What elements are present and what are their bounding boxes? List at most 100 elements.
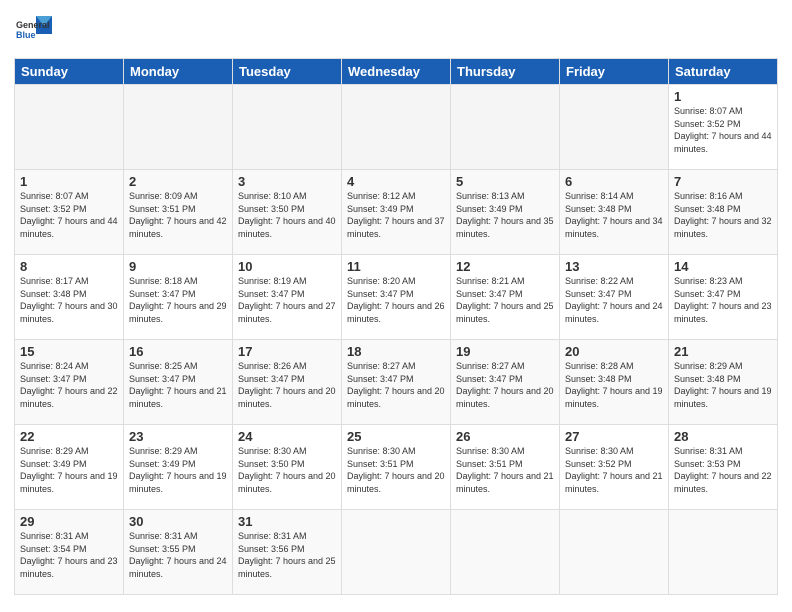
day-info: Sunrise: 8:18 AMSunset: 3:47 PMDaylight:…: [129, 275, 227, 325]
day-info: Sunrise: 8:16 AMSunset: 3:48 PMDaylight:…: [674, 190, 772, 240]
calendar-header-row: SundayMondayTuesdayWednesdayThursdayFrid…: [15, 59, 778, 85]
day-info: Sunrise: 8:29 AMSunset: 3:49 PMDaylight:…: [20, 445, 118, 495]
day-number: 9: [129, 259, 227, 274]
day-info: Sunrise: 8:12 AMSunset: 3:49 PMDaylight:…: [347, 190, 445, 240]
day-info: Sunrise: 8:28 AMSunset: 3:48 PMDaylight:…: [565, 360, 663, 410]
logo: General Blue: [14, 12, 56, 50]
week-row-4: 15Sunrise: 8:24 AMSunset: 3:47 PMDayligh…: [15, 340, 778, 425]
day-info: Sunrise: 8:21 AMSunset: 3:47 PMDaylight:…: [456, 275, 554, 325]
calendar-cell: 10Sunrise: 8:19 AMSunset: 3:47 PMDayligh…: [233, 255, 342, 340]
calendar-table: SundayMondayTuesdayWednesdayThursdayFrid…: [14, 58, 778, 595]
day-header-sunday: Sunday: [15, 59, 124, 85]
calendar-cell: [342, 85, 451, 170]
svg-text:Blue: Blue: [16, 30, 36, 40]
day-number: 5: [456, 174, 554, 189]
day-info: Sunrise: 8:27 AMSunset: 3:47 PMDaylight:…: [347, 360, 445, 410]
day-info: Sunrise: 8:14 AMSunset: 3:48 PMDaylight:…: [565, 190, 663, 240]
calendar-cell: 4Sunrise: 8:12 AMSunset: 3:49 PMDaylight…: [342, 170, 451, 255]
calendar-cell: 13Sunrise: 8:22 AMSunset: 3:47 PMDayligh…: [560, 255, 669, 340]
day-info: Sunrise: 8:13 AMSunset: 3:49 PMDaylight:…: [456, 190, 554, 240]
day-info: Sunrise: 8:30 AMSunset: 3:52 PMDaylight:…: [565, 445, 663, 495]
calendar-cell: 23Sunrise: 8:29 AMSunset: 3:49 PMDayligh…: [124, 425, 233, 510]
day-number: 8: [20, 259, 118, 274]
day-info: Sunrise: 8:29 AMSunset: 3:49 PMDaylight:…: [129, 445, 227, 495]
calendar-cell: 16Sunrise: 8:25 AMSunset: 3:47 PMDayligh…: [124, 340, 233, 425]
day-number: 1: [674, 89, 772, 104]
week-row-3: 8Sunrise: 8:17 AMSunset: 3:48 PMDaylight…: [15, 255, 778, 340]
calendar-cell: 20Sunrise: 8:28 AMSunset: 3:48 PMDayligh…: [560, 340, 669, 425]
day-number: 20: [565, 344, 663, 359]
day-number: 21: [674, 344, 772, 359]
day-number: 18: [347, 344, 445, 359]
day-info: Sunrise: 8:07 AMSunset: 3:52 PMDaylight:…: [20, 190, 118, 240]
calendar-cell: 25Sunrise: 8:30 AMSunset: 3:51 PMDayligh…: [342, 425, 451, 510]
day-info: Sunrise: 8:29 AMSunset: 3:48 PMDaylight:…: [674, 360, 772, 410]
calendar-cell: 17Sunrise: 8:26 AMSunset: 3:47 PMDayligh…: [233, 340, 342, 425]
day-number: 23: [129, 429, 227, 444]
day-info: Sunrise: 8:20 AMSunset: 3:47 PMDaylight:…: [347, 275, 445, 325]
calendar-cell: 15Sunrise: 8:24 AMSunset: 3:47 PMDayligh…: [15, 340, 124, 425]
day-number: 25: [347, 429, 445, 444]
day-number: 30: [129, 514, 227, 529]
week-row-5: 22Sunrise: 8:29 AMSunset: 3:49 PMDayligh…: [15, 425, 778, 510]
calendar-cell: [15, 85, 124, 170]
calendar-cell: 31Sunrise: 8:31 AMSunset: 3:56 PMDayligh…: [233, 510, 342, 595]
day-info: Sunrise: 8:23 AMSunset: 3:47 PMDaylight:…: [674, 275, 772, 325]
day-header-saturday: Saturday: [669, 59, 778, 85]
day-info: Sunrise: 8:31 AMSunset: 3:53 PMDaylight:…: [674, 445, 772, 495]
calendar-cell: 8Sunrise: 8:17 AMSunset: 3:48 PMDaylight…: [15, 255, 124, 340]
calendar-cell: [451, 85, 560, 170]
week-row-6: 29Sunrise: 8:31 AMSunset: 3:54 PMDayligh…: [15, 510, 778, 595]
day-info: Sunrise: 8:31 AMSunset: 3:56 PMDaylight:…: [238, 530, 336, 580]
day-info: Sunrise: 8:24 AMSunset: 3:47 PMDaylight:…: [20, 360, 118, 410]
calendar-cell: 7Sunrise: 8:16 AMSunset: 3:48 PMDaylight…: [669, 170, 778, 255]
day-number: 19: [456, 344, 554, 359]
day-info: Sunrise: 8:09 AMSunset: 3:51 PMDaylight:…: [129, 190, 227, 240]
calendar-cell: 30Sunrise: 8:31 AMSunset: 3:55 PMDayligh…: [124, 510, 233, 595]
calendar-cell: 22Sunrise: 8:29 AMSunset: 3:49 PMDayligh…: [15, 425, 124, 510]
day-info: Sunrise: 8:31 AMSunset: 3:55 PMDaylight:…: [129, 530, 227, 580]
day-number: 3: [238, 174, 336, 189]
day-number: 11: [347, 259, 445, 274]
calendar-cell: 11Sunrise: 8:20 AMSunset: 3:47 PMDayligh…: [342, 255, 451, 340]
day-number: 12: [456, 259, 554, 274]
day-number: 28: [674, 429, 772, 444]
day-number: 13: [565, 259, 663, 274]
calendar-cell: 21Sunrise: 8:29 AMSunset: 3:48 PMDayligh…: [669, 340, 778, 425]
day-number: 10: [238, 259, 336, 274]
day-header-tuesday: Tuesday: [233, 59, 342, 85]
day-header-friday: Friday: [560, 59, 669, 85]
calendar-cell: 19Sunrise: 8:27 AMSunset: 3:47 PMDayligh…: [451, 340, 560, 425]
day-number: 15: [20, 344, 118, 359]
day-info: Sunrise: 8:10 AMSunset: 3:50 PMDaylight:…: [238, 190, 336, 240]
svg-text:General: General: [16, 20, 50, 30]
day-info: Sunrise: 8:07 AMSunset: 3:52 PMDaylight:…: [674, 105, 772, 155]
day-number: 14: [674, 259, 772, 274]
day-number: 17: [238, 344, 336, 359]
header: General Blue: [14, 12, 778, 50]
day-info: Sunrise: 8:26 AMSunset: 3:47 PMDaylight:…: [238, 360, 336, 410]
calendar-cell: 5Sunrise: 8:13 AMSunset: 3:49 PMDaylight…: [451, 170, 560, 255]
day-info: Sunrise: 8:25 AMSunset: 3:47 PMDaylight:…: [129, 360, 227, 410]
day-info: Sunrise: 8:30 AMSunset: 3:51 PMDaylight:…: [456, 445, 554, 495]
calendar-cell: 29Sunrise: 8:31 AMSunset: 3:54 PMDayligh…: [15, 510, 124, 595]
logo-icon: General Blue: [14, 12, 56, 50]
calendar-cell: 14Sunrise: 8:23 AMSunset: 3:47 PMDayligh…: [669, 255, 778, 340]
calendar-cell: [560, 510, 669, 595]
calendar-cell: 26Sunrise: 8:30 AMSunset: 3:51 PMDayligh…: [451, 425, 560, 510]
day-number: 4: [347, 174, 445, 189]
day-info: Sunrise: 8:30 AMSunset: 3:51 PMDaylight:…: [347, 445, 445, 495]
day-header-wednesday: Wednesday: [342, 59, 451, 85]
calendar-cell: 1Sunrise: 8:07 AMSunset: 3:52 PMDaylight…: [669, 85, 778, 170]
day-number: 1: [20, 174, 118, 189]
day-header-thursday: Thursday: [451, 59, 560, 85]
calendar-cell: 28Sunrise: 8:31 AMSunset: 3:53 PMDayligh…: [669, 425, 778, 510]
day-number: 26: [456, 429, 554, 444]
day-number: 6: [565, 174, 663, 189]
day-info: Sunrise: 8:22 AMSunset: 3:47 PMDaylight:…: [565, 275, 663, 325]
day-number: 7: [674, 174, 772, 189]
week-row-2: 1Sunrise: 8:07 AMSunset: 3:52 PMDaylight…: [15, 170, 778, 255]
page-container: General Blue SundayMondayTuesdayWednesda…: [0, 0, 792, 612]
day-number: 27: [565, 429, 663, 444]
calendar-cell: 3Sunrise: 8:10 AMSunset: 3:50 PMDaylight…: [233, 170, 342, 255]
